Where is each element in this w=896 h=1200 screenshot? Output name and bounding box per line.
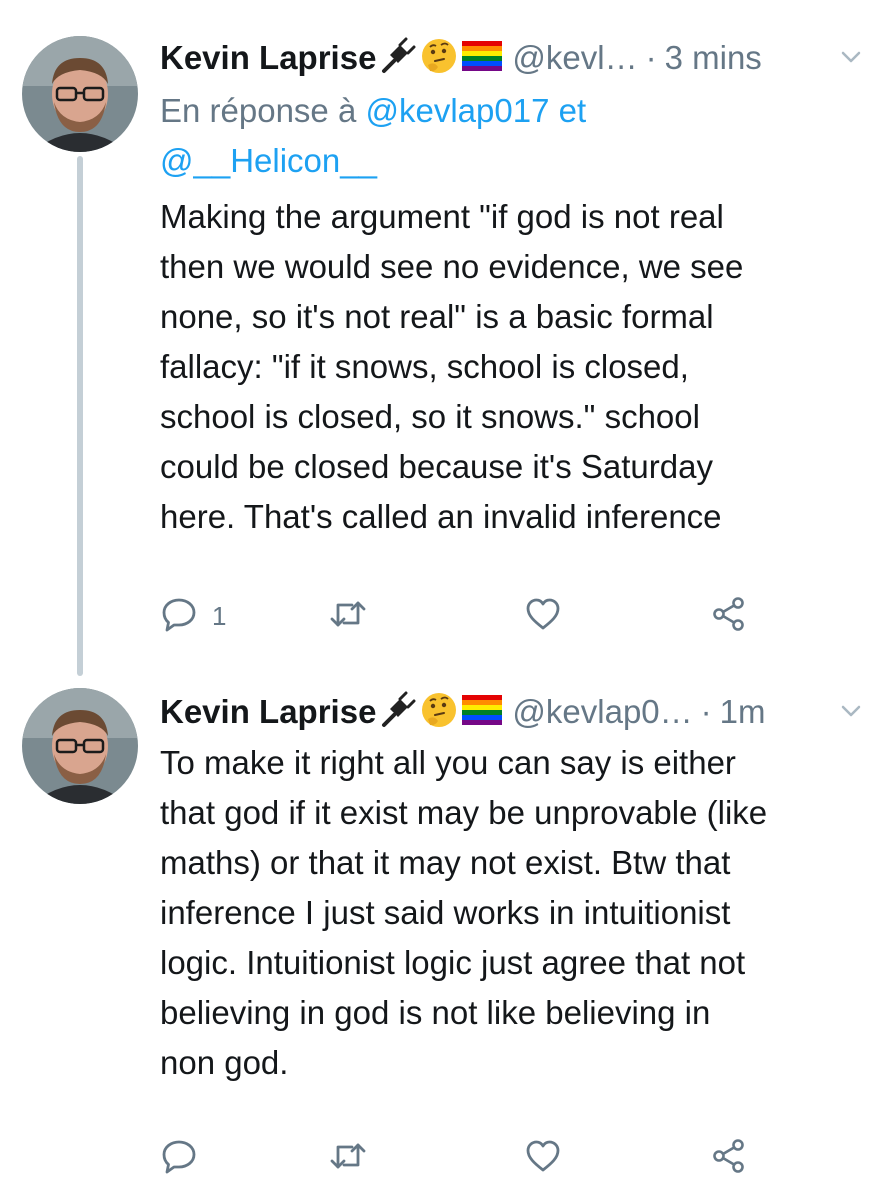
plug-icon (378, 691, 416, 734)
mention-link[interactable]: @__Helicon__ (160, 142, 377, 179)
timestamp[interactable]: 1m (720, 693, 766, 731)
tweet-text: To make it right all you can say is eith… (160, 744, 768, 1081)
tweet-actions (160, 1136, 760, 1180)
tweet-header: Kevin Laprise (160, 688, 866, 736)
like-button[interactable] (524, 594, 562, 638)
rainbow-flag-icon (462, 694, 503, 730)
separator-dot: · (700, 693, 712, 730)
retweet-icon (328, 595, 368, 638)
chevron-down-icon[interactable] (836, 696, 866, 726)
separator-dot: · (645, 39, 657, 76)
name-badges (378, 37, 503, 80)
thread-connector-line (77, 156, 83, 676)
like-icon (524, 1137, 562, 1180)
tweet[interactable]: Kevin Laprise (0, 0, 896, 680)
reply-button[interactable] (160, 1136, 198, 1180)
like-icon (524, 595, 562, 638)
chevron-down-icon[interactable] (836, 42, 866, 72)
reply-icon (160, 595, 198, 638)
rainbow-flag-icon (462, 40, 503, 76)
plug-icon (378, 37, 416, 80)
retweet-button[interactable] (328, 1136, 368, 1180)
reply-prefix: En réponse à (160, 92, 366, 129)
reply-icon (160, 1137, 198, 1180)
tweet-actions: 1 (160, 594, 760, 638)
user-handle[interactable]: @kevl… (512, 39, 637, 77)
tweet-text: Making the argument "if god is not real … (160, 198, 744, 535)
retweet-icon (328, 1137, 368, 1180)
reply-count: 1 (212, 600, 227, 631)
share-icon (710, 595, 748, 638)
name-badges (378, 691, 503, 734)
avatar[interactable] (22, 36, 138, 152)
reply-button[interactable]: 1 (160, 594, 226, 638)
retweet-button[interactable] (328, 594, 368, 638)
avatar[interactable] (22, 688, 138, 804)
share-button[interactable] (710, 594, 748, 638)
reply-context: En réponse à @kevlap017 et @__Helicon__ (160, 86, 860, 186)
thinking-face-icon (420, 37, 458, 80)
display-name[interactable]: Kevin Laprise (160, 39, 376, 77)
display-name[interactable]: Kevin Laprise (160, 693, 376, 731)
tweet-header: Kevin Laprise (160, 34, 866, 82)
user-handle[interactable]: @kevlap0… (512, 693, 692, 731)
thinking-face-icon (420, 691, 458, 734)
tweet[interactable]: Kevin Laprise (0, 680, 896, 1200)
share-icon (710, 1137, 748, 1180)
share-button[interactable] (710, 1136, 748, 1180)
timestamp[interactable]: 3 mins (665, 39, 762, 77)
mention-link[interactable]: @kevlap017 (365, 92, 549, 129)
like-button[interactable] (524, 1136, 562, 1180)
reply-joiner: et (549, 92, 587, 129)
